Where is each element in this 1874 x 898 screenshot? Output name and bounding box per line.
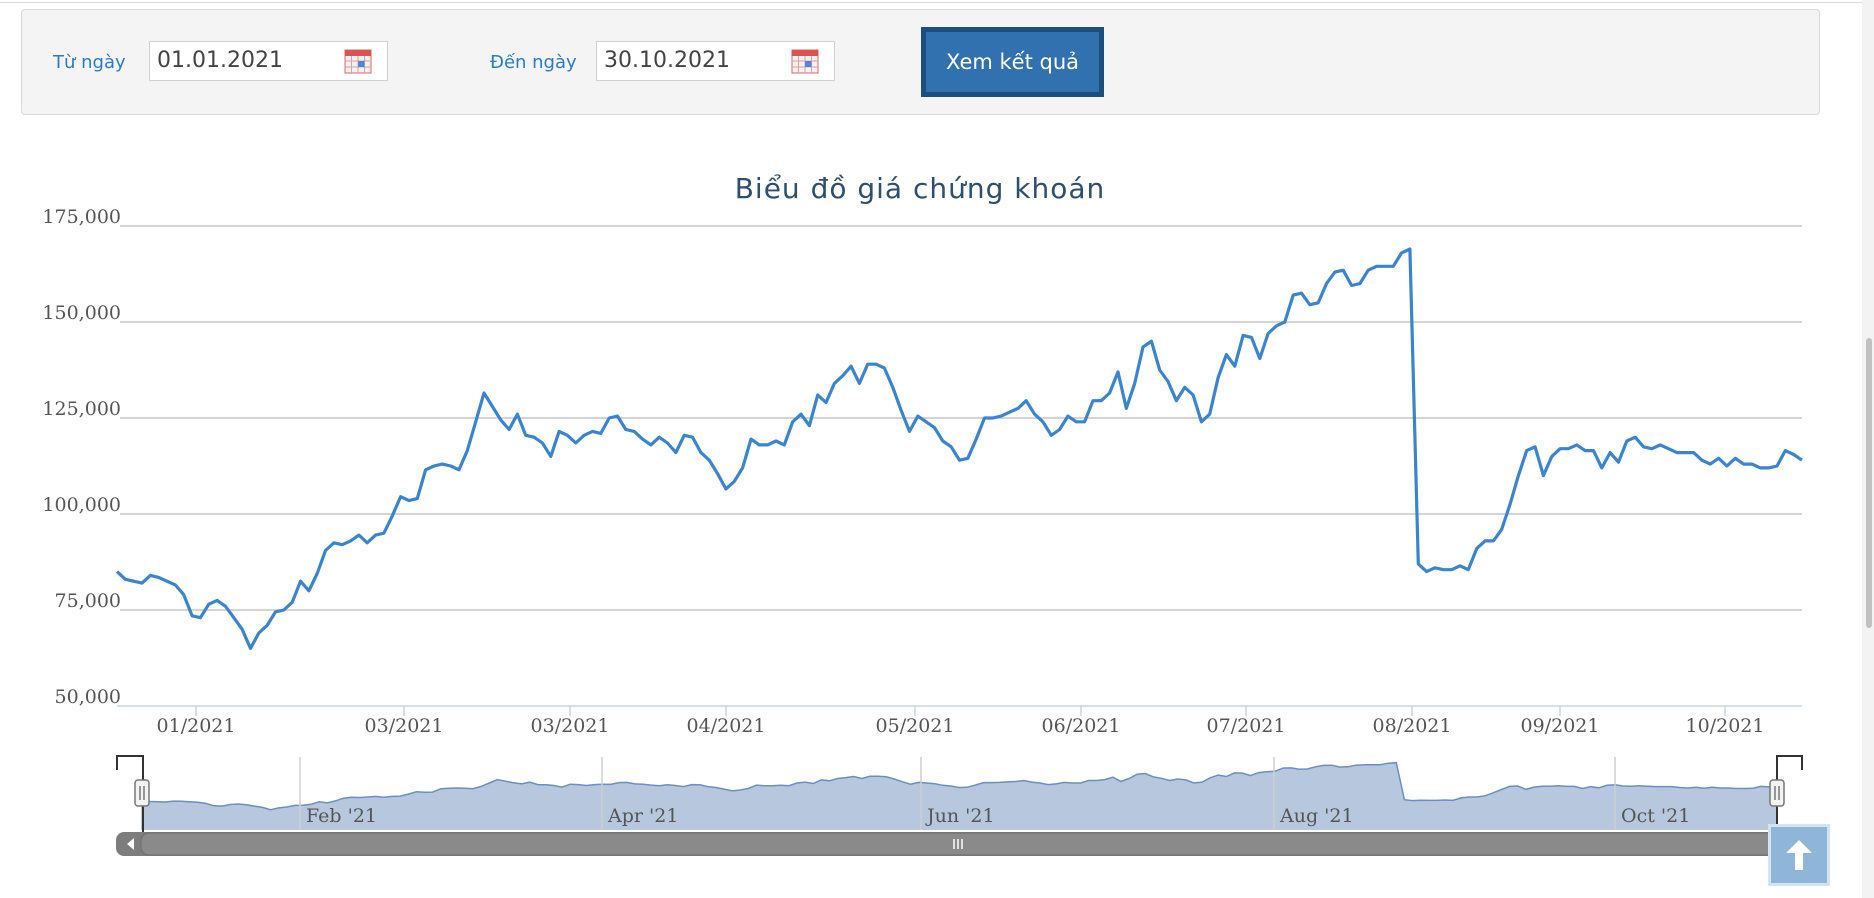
navigator-label: Feb '21: [306, 805, 377, 827]
navigator-right-handle[interactable]: [1769, 779, 1785, 807]
navigator-left-handle[interactable]: [134, 779, 150, 807]
stock-price-chart: Biểu đồ giá chứng khoán 50,000 75,000 100,…: [42, 172, 1806, 856]
x-tick-label: 01/2021: [157, 715, 236, 737]
navigator-label: Aug '21: [1279, 805, 1354, 827]
y-tick-label: 75,000: [55, 590, 121, 612]
navigator-label: Oct '21: [1621, 805, 1690, 827]
y-tick-label: 175,000: [42, 206, 121, 228]
scrollbar-thumb[interactable]: [140, 832, 1778, 856]
y-tick-label: 50,000: [55, 686, 121, 708]
y-axis-ticks: 50,000 75,000 100,000 125,000 150,000 175,000: [42, 206, 121, 708]
x-tick-label: 03/2021: [365, 715, 444, 737]
x-tick-label: 03/2021: [531, 715, 610, 737]
y-tick-label: 125,000: [42, 398, 121, 420]
x-tick-label: 09/2021: [1521, 715, 1600, 737]
x-tick-label: 06/2021: [1042, 715, 1121, 737]
navigator-label: Jun '21: [925, 805, 995, 827]
x-tick-label: 10/2021: [1686, 715, 1765, 737]
price-line-series: [115, 247, 1803, 650]
navigator[interactable]: Feb '21 Apr '21 Jun '21 Aug '21 Oct '21: [116, 755, 1803, 832]
x-tick-label: 04/2021: [687, 715, 766, 737]
x-tick-label: 05/2021: [876, 715, 955, 737]
x-axis-ticks: 01/2021 03/2021 03/2021 04/2021 05/2021 06/20…: [157, 706, 1765, 737]
y-tick-label: 100,000: [42, 494, 121, 516]
scroll-to-top-button[interactable]: [1768, 824, 1830, 886]
grid-lines: [120, 225, 1802, 611]
x-tick-label: 08/2021: [1373, 715, 1452, 737]
page-scrollbar-thumb[interactable]: [1866, 338, 1872, 628]
x-tick-label: 07/2021: [1207, 715, 1286, 737]
y-tick-label: 150,000: [42, 302, 121, 324]
chart-title: Biểu đồ giá chứng khoán: [735, 172, 1106, 205]
navigator-label: Apr '21: [607, 805, 678, 827]
arrow-up-icon: [1786, 840, 1812, 870]
navigator-scrollbar[interactable]: [116, 832, 1806, 856]
